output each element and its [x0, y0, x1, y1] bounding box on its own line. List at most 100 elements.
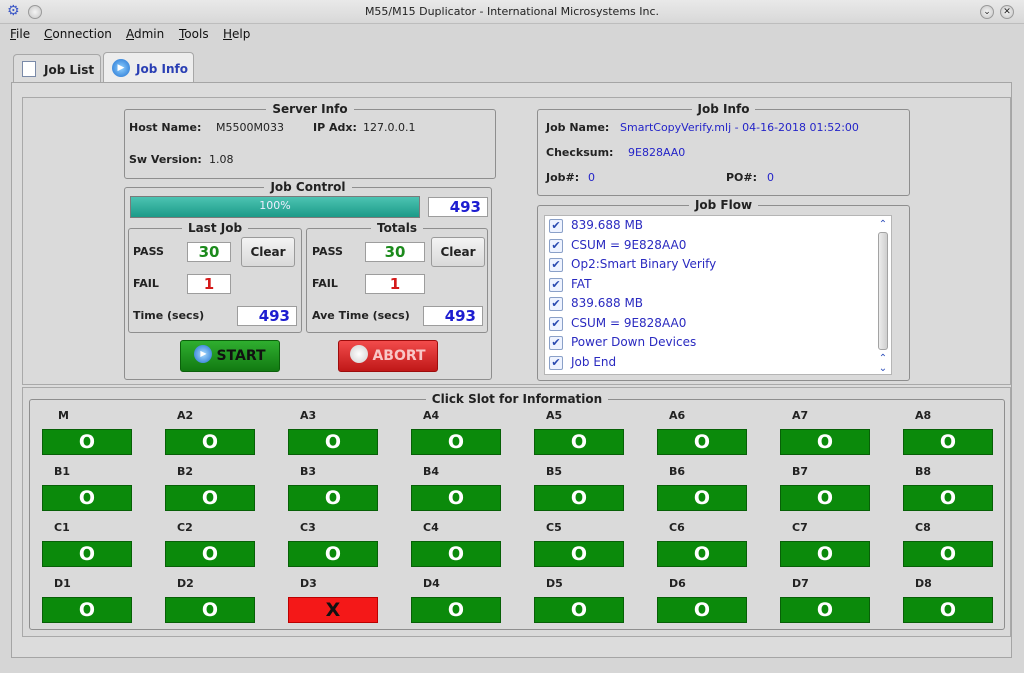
last-job-clear-button[interactable]: Clear	[241, 237, 295, 267]
checkbox-checked-icon[interactable]: ✔	[549, 238, 563, 253]
slot-label: C3	[300, 521, 316, 534]
list-item[interactable]: ✔ CSUM = 9E828AA0	[545, 236, 885, 255]
abort-button[interactable]: ABORT	[338, 340, 438, 372]
slot-c4[interactable]: O	[411, 541, 501, 567]
last-job-pass-label: PASS	[133, 245, 164, 258]
slot-a4[interactable]: O	[411, 429, 501, 455]
slot-d3[interactable]: X	[288, 597, 378, 623]
slot-d2[interactable]: O	[165, 597, 255, 623]
menu-help[interactable]: Help	[223, 27, 250, 41]
checkbox-checked-icon[interactable]: ✔	[549, 277, 563, 292]
slot-d7[interactable]: O	[780, 597, 870, 623]
slot-label: D2	[177, 577, 194, 590]
checkbox-checked-icon[interactable]: ✔	[549, 219, 563, 233]
window-title: M55/M15 Duplicator - International Micro…	[364, 5, 660, 18]
slot-label: B7	[792, 465, 809, 478]
checkbox-checked-icon[interactable]: ✔	[549, 297, 563, 311]
document-icon	[22, 61, 36, 77]
checkbox-checked-icon[interactable]: ✔	[549, 336, 563, 350]
menu-bar: File Connection Admin Tools Help	[0, 24, 1024, 46]
list-item[interactable]: ✔ Job End	[545, 353, 885, 372]
slot-b5[interactable]: O	[534, 485, 624, 511]
tab-job-info[interactable]: ▶ Job Info	[103, 52, 194, 82]
checkbox-checked-icon[interactable]: ✔	[549, 258, 563, 272]
slots-title: Click Slot for Information	[425, 392, 609, 406]
last-job-fail-value: 1	[187, 274, 231, 294]
slot-d5[interactable]: O	[534, 597, 624, 623]
list-item[interactable]: ✔ FAT	[545, 275, 885, 294]
tab-job-list[interactable]: Job List	[13, 54, 101, 82]
slot-a7[interactable]: O	[780, 429, 870, 455]
slot-c1[interactable]: O	[42, 541, 132, 567]
slot-b7[interactable]: O	[780, 485, 870, 511]
job-name-label: Job Name:	[546, 121, 610, 134]
slot-d8[interactable]: O	[903, 597, 993, 623]
list-item[interactable]: ✔ Op2:Smart Binary Verify	[545, 255, 885, 274]
job-flow-list[interactable]: ✔ 839.688 MB ✔ CSUM = 9E828AA0 ✔ Op2:Smart …	[544, 215, 892, 375]
slot-b3[interactable]: O	[288, 485, 378, 511]
menu-file[interactable]: File	[10, 27, 30, 41]
scrollbar-thumb[interactable]	[878, 232, 888, 350]
slot-a8[interactable]: O	[903, 429, 993, 455]
checksum-value: 9E828AA0	[628, 146, 686, 159]
job-flow-scrollbar[interactable]: ⌃ ⌃ ⌄	[877, 218, 889, 374]
slot-label: B6	[669, 465, 686, 478]
slot-m[interactable]: O	[42, 429, 132, 455]
slot-a5[interactable]: O	[534, 429, 624, 455]
slot-d1[interactable]: O	[42, 597, 132, 623]
slot-label: A8	[915, 409, 932, 422]
slot-b1[interactable]: O	[42, 485, 132, 511]
slot-label: C8	[915, 521, 931, 534]
po-number-label: PO#:	[726, 171, 758, 184]
slot-c7[interactable]: O	[780, 541, 870, 567]
slot-label: C7	[792, 521, 808, 534]
slot-b4[interactable]: O	[411, 485, 501, 511]
slot-label: D7	[792, 577, 809, 590]
list-item[interactable]: ✔ 839.688 MB	[545, 294, 885, 313]
close-button[interactable]: ✕	[1000, 5, 1014, 19]
slot-a3[interactable]: O	[288, 429, 378, 455]
slot-d6[interactable]: O	[657, 597, 747, 623]
server-info-group: Server Info Host Name: M5500M033 IP Adx:…	[124, 102, 496, 179]
slot-label: M	[58, 409, 69, 422]
slot-b2[interactable]: O	[165, 485, 255, 511]
list-item[interactable]: ✔ CSUM = 9E828AA0	[545, 314, 885, 333]
host-name-label: Host Name:	[129, 121, 202, 134]
totals-clear-button[interactable]: Clear	[431, 237, 485, 267]
job-number-label: Job#:	[546, 171, 580, 184]
totals-group: Totals PASS 30 Clear FAIL 1 Ave Time (se…	[306, 221, 488, 333]
slot-label: A5	[546, 409, 563, 422]
slot-c5[interactable]: O	[534, 541, 624, 567]
list-item[interactable]: ✔ Power Down Devices	[545, 333, 885, 352]
start-button[interactable]: ▶ START	[180, 340, 280, 372]
slot-a6[interactable]: O	[657, 429, 747, 455]
minimize-button[interactable]: ⌄	[980, 5, 994, 19]
slot-b8[interactable]: O	[903, 485, 993, 511]
checkbox-checked-icon[interactable]: ✔	[549, 316, 563, 331]
menu-connection[interactable]: Connection	[44, 27, 112, 41]
slot-c8[interactable]: O	[903, 541, 993, 567]
play-icon: ▶	[194, 345, 213, 363]
title-bar: ⚙ M55/M15 Duplicator - International Mic…	[0, 0, 1024, 24]
menu-tools[interactable]: Tools	[179, 27, 209, 41]
menu-admin[interactable]: Admin	[126, 27, 164, 41]
slot-b6[interactable]: O	[657, 485, 747, 511]
checkbox-checked-icon[interactable]: ✔	[549, 355, 563, 370]
last-job-time-label: Time (secs)	[133, 309, 205, 322]
total-count-field: 493	[428, 197, 488, 217]
job-number-value: 0	[588, 171, 595, 184]
slot-label: B3	[300, 465, 317, 478]
slot-c2[interactable]: O	[165, 541, 255, 567]
list-item[interactable]: ✔ 839.688 MB	[545, 216, 885, 235]
chevron-up-icon[interactable]: ⌃	[877, 220, 889, 230]
checksum-label: Checksum:	[546, 146, 614, 159]
sw-version-value: 1.08	[209, 153, 234, 166]
totals-fail-value: 1	[365, 274, 425, 294]
chevron-down-icon[interactable]: ⌄	[877, 364, 889, 374]
slot-c3[interactable]: O	[288, 541, 378, 567]
slot-d4[interactable]: O	[411, 597, 501, 623]
slot-c6[interactable]: O	[657, 541, 747, 567]
slot-a2[interactable]: O	[165, 429, 255, 455]
last-job-fail-label: FAIL	[133, 277, 159, 290]
job-flow-group: Job Flow ✔ 839.688 MB ✔ CSUM = 9E828AA0 ✔ O…	[537, 198, 910, 381]
